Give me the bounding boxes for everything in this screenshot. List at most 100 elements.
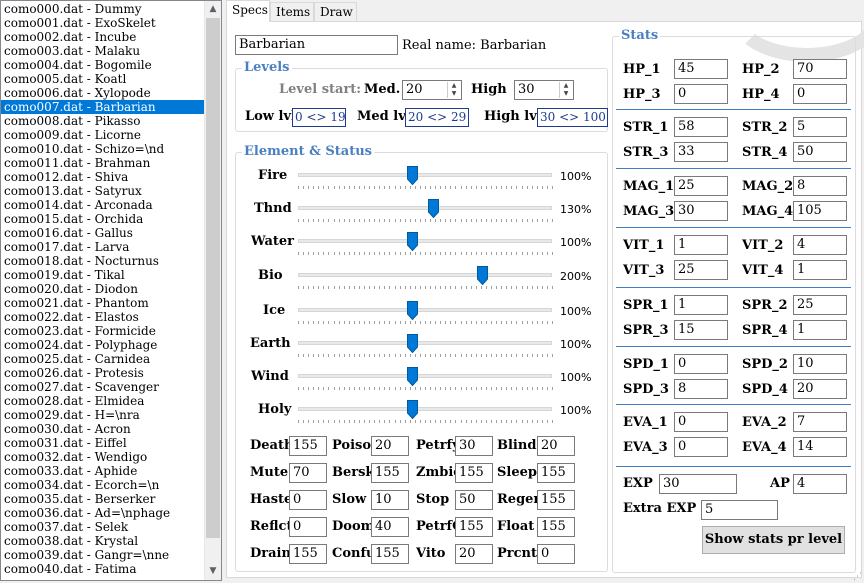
list-item[interactable]: como016.dat - Gallus	[1, 226, 205, 240]
stat-input-str_4[interactable]: 50	[793, 142, 847, 162]
status-input-poison[interactable]: 20	[371, 436, 409, 456]
stat-input-str_3[interactable]: 33	[674, 142, 728, 162]
list-item[interactable]: como032.dat - Wendigo	[1, 450, 205, 464]
status-input-drain[interactable]: 155	[289, 544, 327, 564]
low-lvl-field[interactable]: 0 <> 19	[292, 108, 346, 127]
list-item[interactable]: como012.dat - Shiva	[1, 170, 205, 184]
status-input-mute[interactable]: 70	[289, 463, 327, 483]
list-item[interactable]: como027.dat - Scavenger	[1, 380, 205, 394]
status-input-doom[interactable]: 40	[371, 517, 409, 537]
spin-down-icon[interactable]: ▼	[560, 90, 572, 98]
status-input-blind[interactable]: 20	[537, 436, 575, 456]
slider-track-bio[interactable]	[298, 272, 552, 277]
stat-input-hp_4[interactable]: 0	[793, 84, 847, 104]
status-input-prcnt[interactable]: 0	[537, 544, 575, 564]
list-item[interactable]: como039.dat - Gangr=\nne	[1, 548, 205, 562]
slider-thumb-thnd[interactable]	[428, 199, 440, 219]
high-level-stepper[interactable]: 30 ▲ ▼	[514, 80, 574, 100]
list-item[interactable]: como033.dat - Aphide	[1, 464, 205, 478]
ap-input[interactable]: 4	[793, 474, 847, 494]
show-stats-per-level-button[interactable]: Show stats pr level	[702, 526, 845, 554]
stat-input-vit_1[interactable]: 1	[674, 235, 728, 255]
slider-track-water[interactable]	[298, 239, 552, 244]
slider-track-fire[interactable]	[298, 173, 552, 177]
list-item[interactable]: como023.dat - Formicide	[1, 324, 205, 338]
stat-input-spd_3[interactable]: 8	[674, 379, 728, 399]
list-item[interactable]: como030.dat - Acron	[1, 422, 205, 436]
stat-input-vit_3[interactable]: 25	[674, 260, 728, 280]
stat-input-eva_4[interactable]: 14	[793, 437, 847, 457]
stat-input-spr_2[interactable]: 25	[793, 295, 847, 315]
slider-track-ice[interactable]	[298, 307, 552, 312]
list-item[interactable]: como002.dat - Incube	[1, 30, 205, 44]
stat-input-hp_3[interactable]: 0	[674, 84, 728, 104]
list-item[interactable]: como011.dat - Brahman	[1, 156, 205, 170]
list-item[interactable]: como015.dat - Orchida	[1, 212, 205, 226]
resize-grip-icon[interactable]: ⋰	[853, 572, 862, 582]
status-input-vito[interactable]: 20	[455, 544, 493, 564]
list-item[interactable]: como014.dat - Arconada	[1, 198, 205, 212]
stat-input-spd_4[interactable]: 20	[793, 379, 847, 399]
list-item[interactable]: como003.dat - Malaku	[1, 44, 205, 58]
list-item[interactable]: como018.dat - Nocturnus	[1, 254, 205, 268]
list-item[interactable]: como000.dat - Dummy	[1, 2, 205, 16]
tab-specs[interactable]: Specs	[226, 0, 270, 22]
status-input-petrfg[interactable]: 155	[455, 517, 493, 537]
stat-input-mag_3[interactable]: 30	[674, 201, 728, 221]
list-item[interactable]: como004.dat - Bogomile	[1, 58, 205, 72]
list-item[interactable]: como035.dat - Berserker	[1, 492, 205, 506]
creature-list[interactable]: como000.dat - Dummy como001.dat - ExoSkel…	[0, 0, 222, 581]
stat-input-eva_1[interactable]: 0	[674, 412, 728, 432]
stat-input-spr_1[interactable]: 1	[674, 295, 728, 315]
list-item[interactable]: como009.dat - Licorne	[1, 128, 205, 142]
list-item[interactable]: como013.dat - Satyrux	[1, 184, 205, 198]
stat-input-spr_4[interactable]: 1	[793, 320, 847, 340]
slider-thumb-ice[interactable]	[407, 300, 419, 321]
list-scrollbar[interactable]: ▲ ▼	[204, 1, 221, 580]
status-input-confu[interactable]: 155	[371, 544, 409, 564]
slider-track-wind[interactable]	[298, 374, 552, 379]
spin-down-icon[interactable]: ▼	[448, 90, 460, 98]
list-item[interactable]: como029.dat - H=\nra	[1, 408, 205, 422]
spin-up-icon[interactable]: ▲	[560, 82, 572, 90]
scroll-thumb[interactable]	[206, 18, 220, 538]
status-input-stop[interactable]: 50	[455, 490, 493, 510]
stat-input-hp_1[interactable]: 45	[674, 59, 728, 79]
status-input-float[interactable]: 155	[537, 517, 575, 537]
list-item[interactable]: como006.dat - Xylopode	[1, 86, 205, 100]
spin-up-icon[interactable]: ▲	[448, 82, 460, 90]
stat-input-mag_4[interactable]: 105	[793, 201, 847, 221]
med-lvl-field[interactable]: 20 <> 29	[405, 108, 469, 127]
slider-track-holy[interactable]	[298, 407, 552, 412]
extra-exp-input[interactable]: 5	[701, 500, 778, 520]
high-spin[interactable]: ▲ ▼	[559, 82, 572, 98]
list-item[interactable]: como022.dat - Elastos	[1, 310, 205, 324]
status-input-bersk[interactable]: 155	[371, 463, 409, 483]
slider-thumb-wind[interactable]	[407, 367, 419, 387]
scroll-down-icon[interactable]: ▼	[205, 563, 221, 580]
list-item[interactable]: como028.dat - Elmidea	[1, 394, 205, 408]
list-item[interactable]: como017.dat - Larva	[1, 240, 205, 254]
list-item[interactable]: como040.dat - Fatima	[1, 562, 205, 576]
status-input-regen[interactable]: 155	[537, 490, 575, 510]
list-item[interactable]: como007.dat - Barbarian	[1, 100, 205, 114]
stat-input-spr_3[interactable]: 15	[674, 320, 728, 340]
stat-input-hp_2[interactable]: 70	[793, 59, 847, 79]
slider-thumb-bio[interactable]	[476, 265, 488, 285]
med-level-stepper[interactable]: 20 ▲ ▼	[402, 80, 462, 100]
list-item[interactable]: como036.dat - Ad=\nphage	[1, 506, 205, 520]
status-input-slow[interactable]: 10	[371, 490, 409, 510]
list-item[interactable]: como031.dat - Eiffel	[1, 436, 205, 450]
stat-input-spd_2[interactable]: 10	[793, 354, 847, 374]
name-input[interactable]: Barbarian	[235, 35, 398, 55]
status-input-sleep[interactable]: 155	[537, 463, 575, 483]
status-input-zmbie[interactable]: 155	[455, 463, 493, 483]
stat-input-str_1[interactable]: 58	[674, 117, 728, 137]
list-item[interactable]: como037.dat - Selek	[1, 520, 205, 534]
status-input-petrfy[interactable]: 30	[455, 436, 493, 456]
stat-input-mag_1[interactable]: 25	[674, 176, 728, 196]
stat-input-eva_3[interactable]: 0	[674, 437, 728, 457]
list-item[interactable]: como025.dat - Carnidea	[1, 352, 205, 366]
tab-draw[interactable]: Draw	[314, 2, 357, 21]
slider-thumb-fire[interactable]	[407, 166, 419, 186]
